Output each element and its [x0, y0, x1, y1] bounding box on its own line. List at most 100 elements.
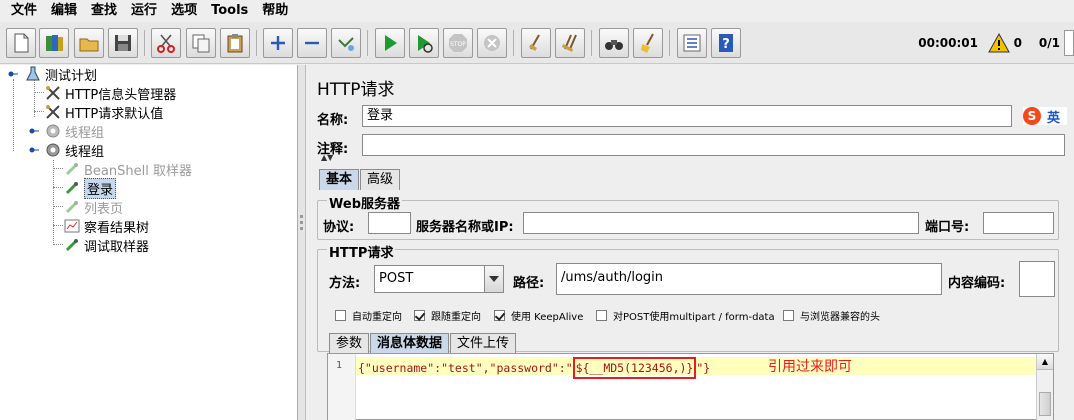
tree-node-debug-sampler[interactable]: 调试取样器 [63, 236, 149, 255]
tree-connector [53, 187, 63, 188]
open-button[interactable] [74, 28, 104, 58]
collapse-all-button[interactable] [297, 28, 327, 58]
tab-parameters[interactable]: 参数 [329, 333, 370, 354]
clear-all-button[interactable] [555, 28, 585, 58]
content-encoding-input[interactable] [1019, 261, 1055, 297]
pipette-icon [63, 161, 81, 177]
line-number: 1 [336, 360, 343, 371]
active-threads-count: 0/1 [1038, 36, 1060, 50]
multipart-checkbox[interactable]: 对POST使用multipart / form-data [596, 308, 775, 323]
cut-button[interactable] [151, 28, 181, 58]
tab-advanced[interactable]: 高级 [360, 169, 401, 190]
toolbar-separator [513, 30, 514, 56]
protocol-input[interactable] [368, 212, 411, 234]
editor-scrollbar[interactable]: ▲ [1036, 354, 1053, 420]
function-helper-button[interactable] [677, 28, 707, 58]
function-helper-icon [683, 34, 701, 52]
path-input[interactable]: /ums/auth/login [556, 263, 942, 295]
expand-all-button[interactable] [263, 28, 293, 58]
test-plan-tree: 测试计划 HTTP信息头管理器 HTTP请求默认值 线程组 线程组 BeanSh… [0, 65, 298, 420]
server-name-label: 服务器名称或IP: [416, 220, 514, 235]
menu-run[interactable]: 运行 [124, 0, 164, 22]
warning-icon[interactable] [988, 33, 1010, 53]
tree-connector [53, 225, 63, 226]
elapsed-timer: 00:00:01 [918, 36, 978, 50]
new-file-button[interactable] [6, 28, 36, 58]
tree-node-thread-group[interactable]: 线程组 [44, 141, 104, 160]
toolbar-separator [144, 30, 145, 56]
checkbox-label: 与浏览器兼容的头 [800, 312, 880, 323]
menu-file[interactable]: 文件 [4, 0, 44, 22]
panel-collapse-arrows-icon[interactable]: ▲▼ [321, 153, 333, 162]
checkbox-box [494, 310, 505, 321]
method-select[interactable]: POST [374, 265, 504, 293]
server-name-input[interactable] [523, 212, 919, 234]
shutdown-icon [484, 35, 500, 51]
chevron-down-icon[interactable] [484, 266, 503, 292]
help-button[interactable]: ? [711, 28, 741, 58]
port-input[interactable] [983, 212, 1054, 234]
comment-input[interactable] [362, 134, 1065, 156]
collapse-handle-icon[interactable] [8, 69, 18, 79]
start-no-pause-button[interactable] [409, 28, 439, 58]
tree-node-request-defaults[interactable]: HTTP请求默认值 [44, 103, 163, 122]
expand-handle-icon[interactable] [29, 126, 39, 136]
copy-button[interactable] [186, 28, 216, 58]
stop-button[interactable]: STOP [443, 28, 473, 58]
toolbar: STOP ? 00:00:01 0 0/1 [0, 22, 1074, 64]
name-input[interactable]: 登录 [362, 105, 1012, 127]
menu-edit[interactable]: 编辑 [44, 0, 84, 22]
scroll-thumb[interactable] [1039, 392, 1051, 416]
browser-compatible-checkbox[interactable]: 与浏览器兼容的头 [783, 308, 880, 323]
follow-redirect-checkbox[interactable]: 跟随重定向 [414, 308, 481, 323]
splitter-grip [300, 221, 303, 224]
tree-connector [13, 79, 14, 151]
annotation-note: 引用过来即可 [768, 359, 852, 375]
shutdown-button[interactable] [477, 28, 507, 58]
menu-tools[interactable]: Tools [204, 0, 255, 22]
clear-button[interactable] [521, 28, 551, 58]
search-icon [605, 40, 623, 50]
collapse-icon [305, 41, 319, 45]
tree-node-test-plan[interactable]: 测试计划 [24, 65, 97, 84]
tree-node-list-page-sampler[interactable]: 列表页 [63, 198, 123, 217]
save-button[interactable] [108, 28, 138, 58]
menu-options[interactable]: 选项 [164, 0, 204, 22]
tree-node-thread-group-disabled[interactable]: 线程组 [44, 122, 104, 141]
start-button[interactable] [375, 28, 405, 58]
pane-splitter[interactable] [298, 65, 306, 420]
reset-search-button[interactable] [633, 28, 663, 58]
code-line[interactable]: {"username":"test","password":" ${__MD5(1… [356, 357, 1037, 379]
tree-node-beanshell-sampler[interactable]: BeanShell 取样器 [63, 160, 192, 179]
splitter-grip [300, 227, 303, 230]
line-gutter: 1 [328, 354, 356, 420]
checkbox-label: 跟随重定向 [431, 312, 481, 323]
pipette-icon [63, 180, 81, 196]
paste-icon [227, 34, 243, 53]
menu-search[interactable]: 查找 [84, 0, 124, 22]
scroll-up-icon[interactable]: ▲ [1037, 354, 1053, 370]
web-server-title: Web服务器 [327, 193, 402, 212]
tree-node-login-sampler[interactable]: 登录 [63, 177, 117, 199]
panel-title: HTTP请求 [317, 80, 395, 100]
tree-node-header-manager[interactable]: HTTP信息头管理器 [44, 84, 176, 103]
start-no-pause-icon [418, 35, 433, 53]
checkbox-label: 对POST使用multipart / form-data [613, 312, 775, 323]
md5-function-highlight: ${__MD5(123456,)} [572, 357, 697, 379]
tab-file-upload[interactable]: 文件上传 [450, 333, 517, 354]
auto-redirect-checkbox[interactable]: 自动重定向 [335, 308, 402, 323]
body-data-editor[interactable]: 1 {"username":"test","password":" ${__MD5… [327, 353, 1054, 420]
tab-body-data[interactable]: 消息体数据 [370, 333, 450, 354]
tree-connector [53, 168, 63, 169]
menu-help[interactable]: 帮助 [255, 0, 295, 22]
menu-bar: 文件 编辑 查找 运行 选项 Tools 帮助 [0, 0, 1074, 22]
search-button[interactable] [599, 28, 629, 58]
collapse-handle-icon[interactable] [29, 145, 39, 155]
keepalive-checkbox[interactable]: 使用 KeepAlive [494, 308, 583, 323]
paste-button[interactable] [220, 28, 250, 58]
port-label: 端口号: [925, 220, 970, 235]
tree-node-view-results-tree[interactable]: 察看结果树 [63, 217, 149, 236]
toggle-button[interactable] [331, 28, 361, 58]
templates-button[interactable] [39, 28, 69, 58]
tab-basic[interactable]: 基本 [319, 169, 360, 190]
